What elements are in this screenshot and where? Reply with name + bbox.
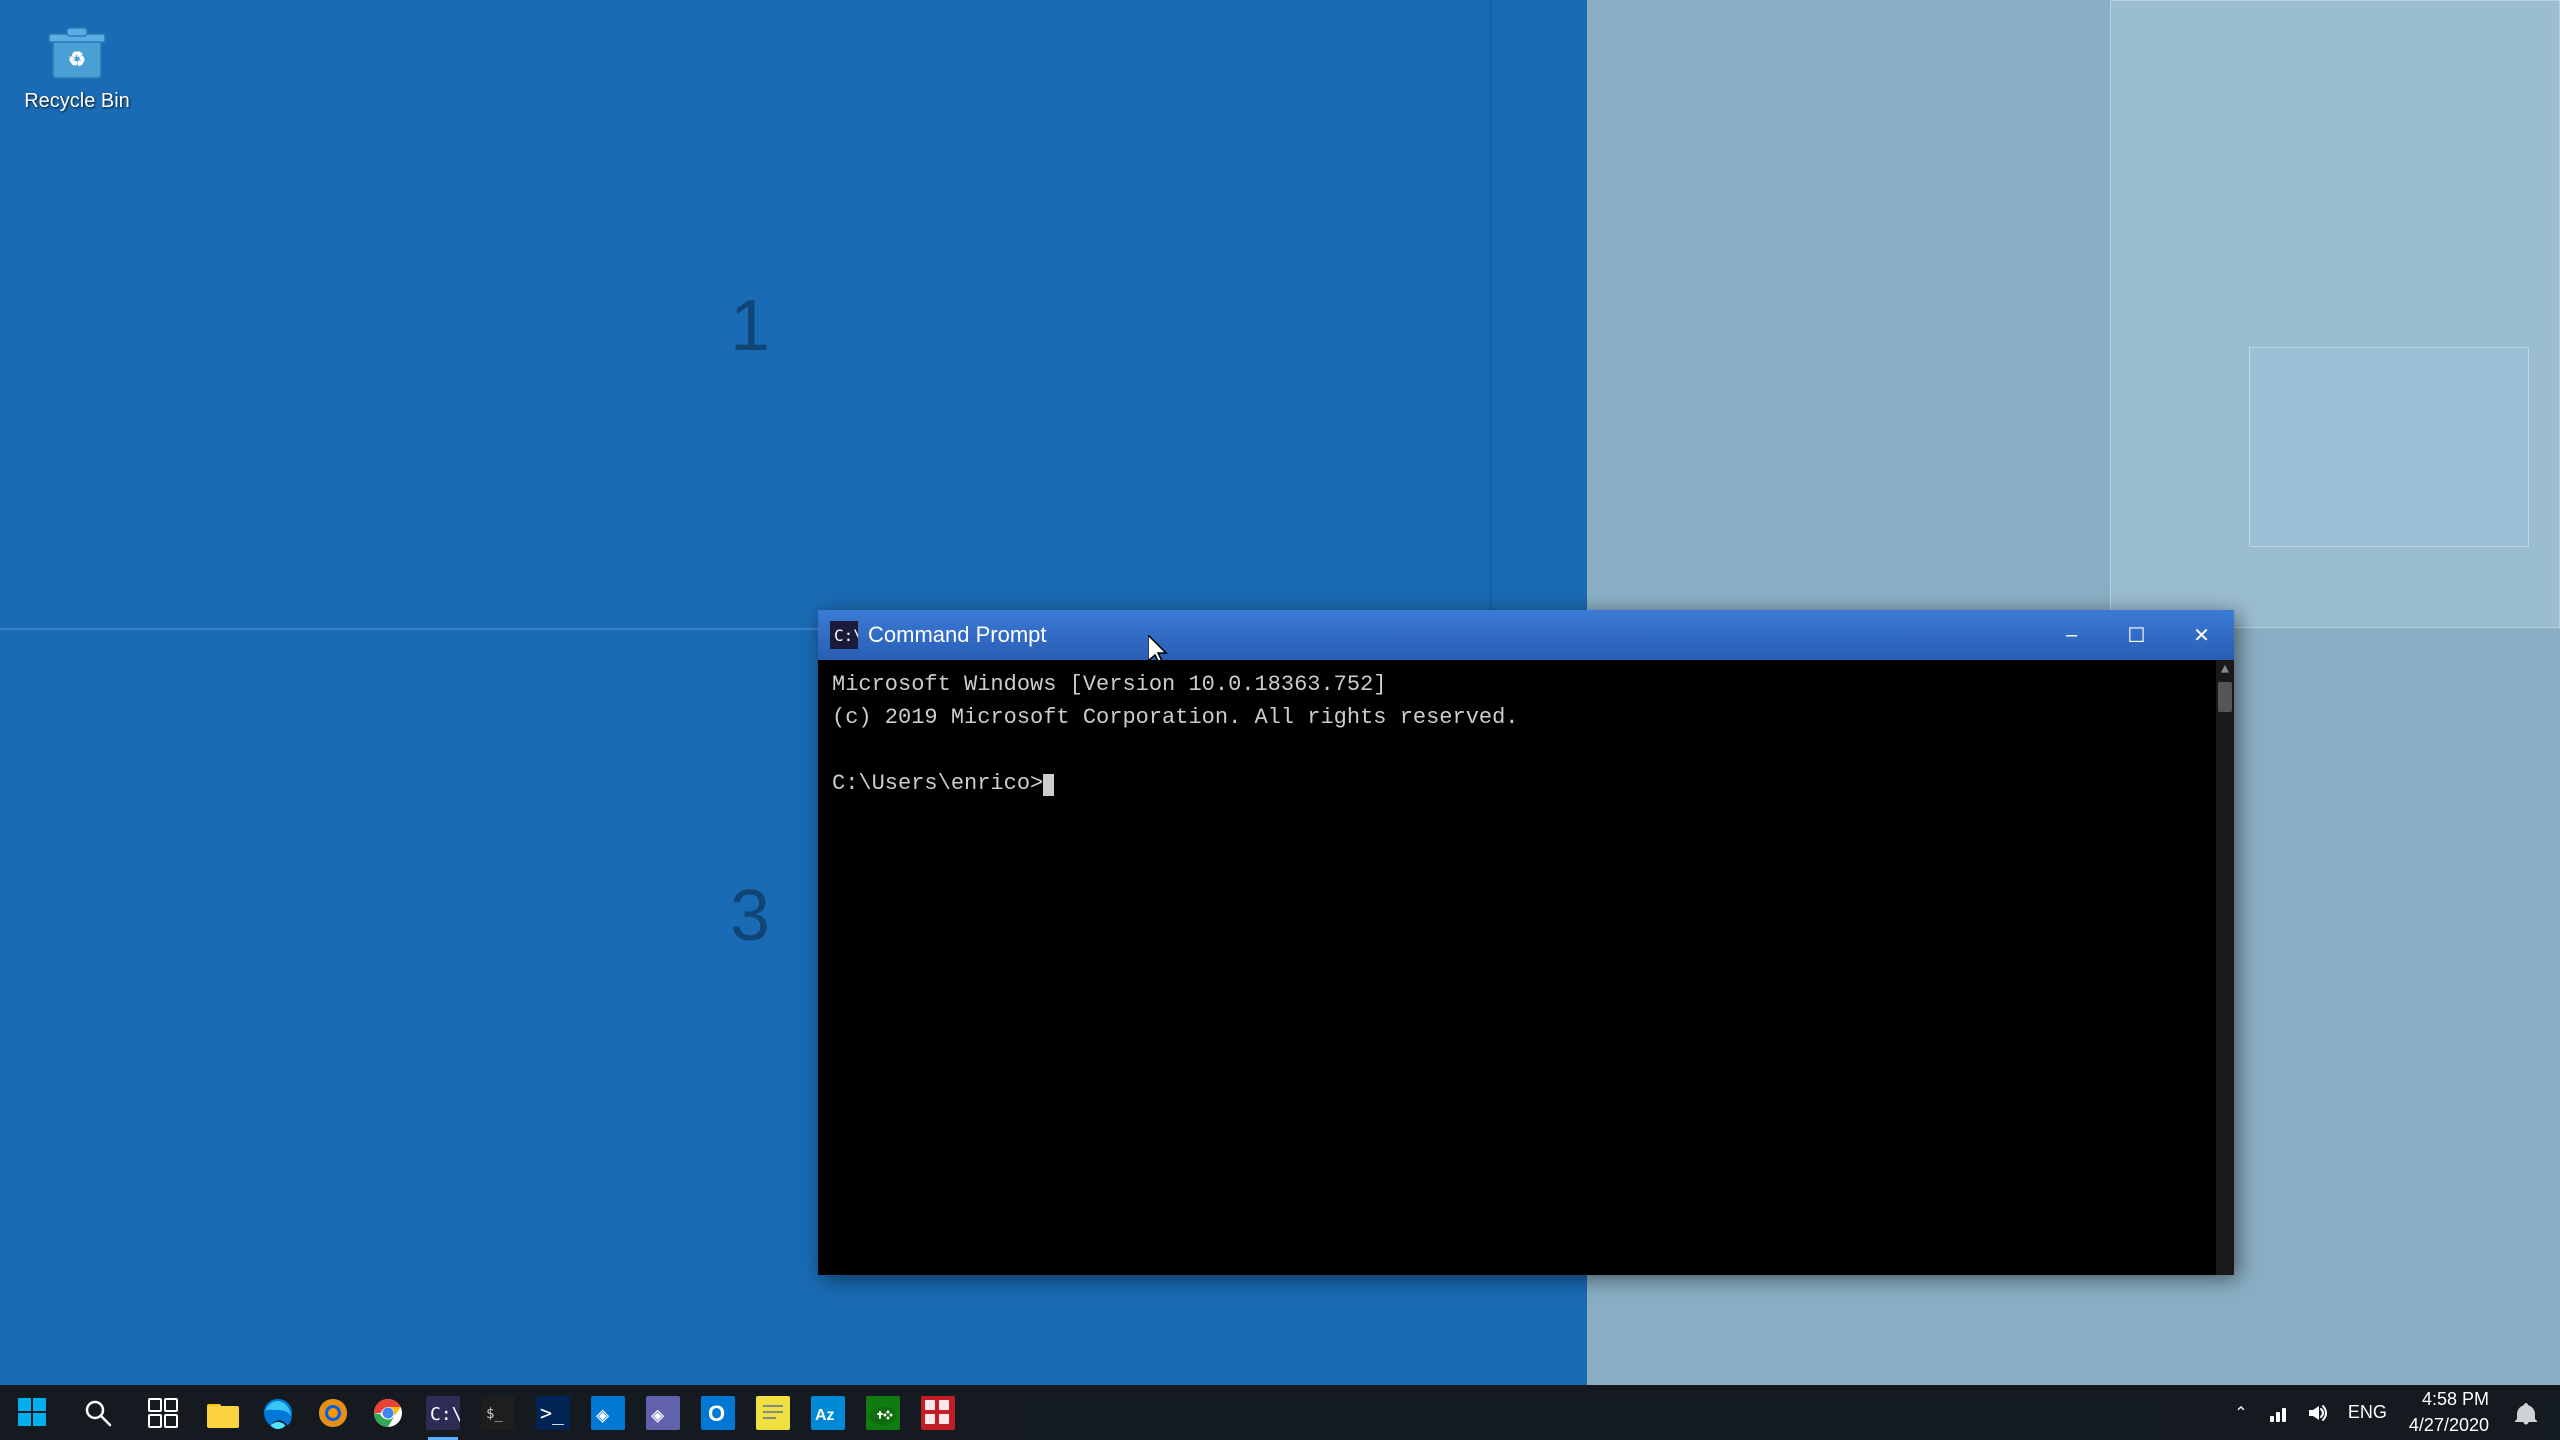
right-window-inner — [2249, 347, 2529, 547]
taskview-icon — [148, 1398, 178, 1428]
taskbar-chrome[interactable] — [360, 1385, 415, 1440]
azure-icon: Az — [810, 1395, 846, 1431]
cmd-output: Microsoft Windows [Version 10.0.18363.75… — [832, 668, 2220, 800]
network-tray-icon[interactable] — [2258, 1385, 2296, 1440]
clock-time: 4:58 PM — [2422, 1387, 2489, 1412]
notification-icon — [2514, 1401, 2538, 1425]
taskbar-search-button[interactable] — [65, 1385, 130, 1440]
vscode-purple-icon: ◈ — [645, 1395, 681, 1431]
azure-svg: Az — [811, 1396, 845, 1430]
svg-text:$_: $_ — [486, 1406, 503, 1422]
cmd-icon: C:\ — [830, 621, 858, 649]
svg-text:O: O — [708, 1401, 725, 1426]
taskbar-right: ⌃ ENG 4:58 PM 4/ — [2226, 1385, 2560, 1440]
taskbar-azure[interactable]: Az — [800, 1385, 855, 1440]
recycle-bin-svg: ♻ — [41, 12, 113, 84]
powershell-icon: >_ — [535, 1395, 571, 1431]
cmd-cursor — [1043, 774, 1054, 796]
taskbar-vscode-purple[interactable]: ◈ — [635, 1385, 690, 1440]
taskbar-vscode-blue[interactable]: ◈ — [580, 1385, 635, 1440]
window-controls: – ☐ ✕ — [2039, 610, 2234, 660]
file-explorer-icon — [205, 1395, 241, 1431]
cmd-titlebar[interactable]: C:\ Command Prompt – ☐ ✕ — [818, 610, 2234, 660]
taskbar-terminal[interactable]: $_ — [470, 1385, 525, 1440]
outlook-icon: O — [700, 1395, 736, 1431]
monitor-3-label: 3 — [730, 875, 770, 957]
monitor-1-label: 1 — [730, 285, 770, 367]
svg-text:Az: Az — [815, 1407, 835, 1424]
svg-text:♻: ♻ — [68, 49, 86, 71]
right-window — [2110, 0, 2560, 628]
taskbar: C:\ $_ >_ ◈ — [0, 1385, 2560, 1440]
volume-icon — [2306, 1402, 2328, 1424]
chrome-svg — [371, 1396, 405, 1430]
taskbar-game[interactable] — [855, 1385, 910, 1440]
terminal-svg: $_ — [481, 1396, 515, 1430]
language-indicator[interactable]: ENG — [2340, 1385, 2395, 1440]
svg-text:C:\: C:\ — [834, 626, 858, 645]
taskbar-firefox[interactable] — [305, 1385, 360, 1440]
svg-text:C:\: C:\ — [430, 1404, 460, 1425]
recycle-bin-icon[interactable]: ♻ Recycle Bin — [12, 12, 142, 113]
maximize-button[interactable]: ☐ — [2104, 610, 2169, 660]
cmd-taskbar-svg: C:\ — [426, 1396, 460, 1430]
svg-text:>_: >_ — [540, 1401, 565, 1425]
dashboard-svg — [921, 1396, 955, 1430]
monitor-divider-vertical — [1490, 0, 1492, 628]
network-icon — [2266, 1402, 2288, 1424]
windows-logo-icon — [18, 1398, 48, 1428]
dashboard-icon — [920, 1395, 956, 1431]
system-tray: ⌃ — [2226, 1385, 2336, 1440]
game-svg — [866, 1396, 900, 1430]
cmd-scrollbar[interactable]: ▲ — [2216, 660, 2234, 1275]
firefox-svg — [316, 1396, 350, 1430]
taskbar-dashboard[interactable] — [910, 1385, 965, 1440]
svg-text:◈: ◈ — [651, 1403, 665, 1428]
notification-button[interactable] — [2503, 1385, 2548, 1440]
taskbar-edge[interactable] — [250, 1385, 305, 1440]
outlook-svg: O — [701, 1396, 735, 1430]
clock-date: 4/27/2020 — [2409, 1413, 2489, 1438]
vscode-purple-svg: ◈ — [646, 1396, 680, 1430]
taskbar-cmd[interactable]: C:\ — [415, 1385, 470, 1440]
edge-svg — [261, 1396, 295, 1430]
notes-icon — [755, 1395, 791, 1431]
search-icon — [83, 1398, 113, 1428]
cmd-body[interactable]: Microsoft Windows [Version 10.0.18363.75… — [818, 660, 2234, 1275]
close-button[interactable]: ✕ — [2169, 610, 2234, 660]
recycle-bin-label: Recycle Bin — [24, 90, 130, 113]
taskbar-notes[interactable] — [745, 1385, 800, 1440]
monitor-divider-horizontal — [0, 628, 820, 630]
minimize-button[interactable]: – — [2039, 610, 2104, 660]
cmd-title-icon-svg: C:\ — [830, 621, 858, 649]
edge-icon — [260, 1395, 296, 1431]
powershell-svg: >_ — [536, 1396, 570, 1430]
firefox-icon — [315, 1395, 351, 1431]
taskbar-file-explorer[interactable] — [195, 1385, 250, 1440]
svg-text:◈: ◈ — [596, 1403, 610, 1428]
clock[interactable]: 4:58 PM 4/27/2020 — [2399, 1385, 2499, 1440]
start-button[interactable] — [0, 1385, 65, 1440]
desktop: ♻ Recycle Bin 1 3 C:\ Command Prompt — [0, 0, 2560, 1385]
vscode-blue-icon: ◈ — [590, 1395, 626, 1431]
tray-expand-button[interactable]: ⌃ — [2226, 1385, 2256, 1440]
cmd-taskbar-icon: C:\ — [425, 1395, 461, 1431]
scrollbar-up-arrow[interactable]: ▲ — [2221, 662, 2229, 678]
cmd-title-text: Command Prompt — [868, 622, 2222, 648]
folder-icon — [206, 1396, 240, 1430]
terminal-icon: $_ — [480, 1395, 516, 1431]
taskbar-powershell[interactable]: >_ — [525, 1385, 580, 1440]
volume-tray-icon[interactable] — [2298, 1385, 2336, 1440]
cmd-window: C:\ Command Prompt – ☐ ✕ Microsoft Windo… — [818, 610, 2234, 1275]
vscode-blue-svg: ◈ — [591, 1396, 625, 1430]
scrollbar-thumb[interactable] — [2218, 682, 2232, 712]
taskbar-taskview-button[interactable] — [130, 1385, 195, 1440]
notes-svg — [756, 1396, 790, 1430]
chrome-icon — [370, 1395, 406, 1431]
taskbar-outlook[interactable]: O — [690, 1385, 745, 1440]
game-icon — [865, 1395, 901, 1431]
